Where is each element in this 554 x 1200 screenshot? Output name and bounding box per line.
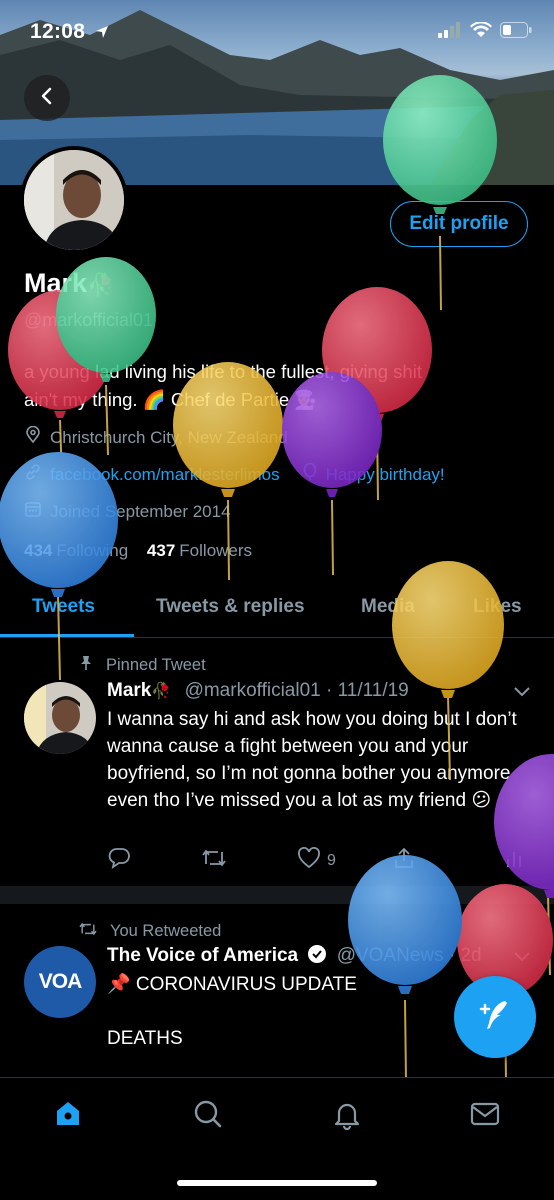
profile-tabs: Tweets Tweets & replies Media Likes <box>0 588 554 638</box>
tweet-context: Pinned Tweet <box>78 655 206 676</box>
link-icon <box>24 463 42 486</box>
compose-icon <box>475 995 515 1040</box>
wifi-icon <box>470 21 492 43</box>
share-icon <box>393 847 415 874</box>
tweet-context-text: You Retweeted <box>110 922 222 940</box>
bio-line-1: a young lad living his life to the fulle… <box>24 361 422 382</box>
tab-likes[interactable]: Likes <box>473 596 522 618</box>
tweet-handle-date: @VOANews · 2d <box>336 945 482 966</box>
edit-profile-button[interactable]: Edit profile <box>390 201 528 247</box>
tab-media[interactable]: Media <box>361 596 415 618</box>
retweet-icon <box>201 847 227 874</box>
bio-line-2: ain't my thing. 🌈 Chef de Partie 👨‍🍳 <box>24 389 318 410</box>
voa-logo-text: VOA <box>38 970 83 993</box>
tweet-author-name[interactable]: Mark <box>107 680 151 701</box>
signal-icon <box>438 22 462 43</box>
profile-handle: @markofficial01 <box>24 310 153 330</box>
tweet-author-emoji: 🥀 <box>151 683 172 700</box>
chevron-down-icon[interactable] <box>513 949 531 967</box>
compose-tweet-button[interactable] <box>454 976 536 1058</box>
tweet-divider <box>0 886 554 904</box>
analytics-button[interactable] <box>505 847 523 874</box>
profile-location: Christchurch City, New Zealand <box>24 425 288 449</box>
reply-button[interactable] <box>107 847 131 874</box>
voa-avatar[interactable]: VOA <box>24 946 96 1018</box>
notifications-icon[interactable] <box>331 1098 363 1135</box>
location-arrow-icon <box>95 25 109 44</box>
back-button[interactable] <box>24 75 70 121</box>
verified-icon <box>307 944 327 970</box>
tab-tweets-replies[interactable]: Tweets & replies <box>156 596 305 618</box>
balloon-icon <box>302 462 318 486</box>
person-photo <box>24 150 124 250</box>
like-icon <box>297 847 321 874</box>
tweet-avatar[interactable] <box>24 682 96 754</box>
home-indicator[interactable] <box>177 1180 377 1186</box>
tweet-actions: 9 <box>107 847 527 873</box>
retweet-icon <box>78 921 98 942</box>
joined-text: Joined September 2014 <box>50 501 231 521</box>
following-label: Following <box>56 541 129 560</box>
retweet-button[interactable] <box>201 847 227 874</box>
location-text: Christchurch City, New Zealand <box>50 427 288 447</box>
tweet-context: You Retweeted <box>78 921 221 942</box>
profile-avatar[interactable] <box>20 146 128 254</box>
messages-icon[interactable] <box>469 1098 501 1135</box>
followers-count: 437 <box>146 541 176 560</box>
following-stat[interactable]: 434 Following <box>24 541 128 560</box>
back-icon <box>38 87 56 110</box>
follow-stats: 434 Following 437 Followers <box>24 541 252 561</box>
battery-icon <box>500 22 532 43</box>
location-icon <box>24 425 42 449</box>
profile-link-row: facebook.com/marklesterlimos Happy birth… <box>24 462 445 486</box>
pin-icon <box>78 655 94 676</box>
profile-name-text: Mark <box>24 268 88 298</box>
profile-name: Mark🥀 <box>24 268 114 299</box>
profile-name-emoji: 🥀 <box>87 272 115 297</box>
analytics-icon <box>505 847 523 874</box>
person-photo <box>24 682 96 754</box>
like-button[interactable]: 9 <box>297 847 336 874</box>
tweet-handle-date: @markofficial01 · 11/11/19 <box>184 680 409 701</box>
profile-bio: a young lad living his life to the fulle… <box>24 358 534 414</box>
search-icon[interactable] <box>192 1098 224 1135</box>
following-count: 434 <box>24 541 53 560</box>
reply-icon <box>107 847 131 874</box>
profile-joined: Joined September 2014 <box>24 500 231 523</box>
followers-label: Followers <box>179 541 253 560</box>
tweet-pinned[interactable]: Pinned Tweet Mark🥀 @markofficial01 · 11/… <box>0 639 554 886</box>
tweet-text: I wanna say hi and ask how you doing but… <box>107 709 517 811</box>
tweet-header: Mark🥀 @markofficial01 · 11/11/19 <box>107 680 409 702</box>
tab-tweets[interactable]: Tweets <box>32 596 95 618</box>
home-icon[interactable] <box>53 1098 83 1133</box>
status-time: 12:08 <box>30 20 86 43</box>
tweet-header: The Voice of America @VOANews · 2d <box>107 944 482 970</box>
like-count: 9 <box>327 851 336 869</box>
birthday-link[interactable]: Happy birthday! <box>326 465 445 485</box>
active-tab-indicator <box>0 634 134 637</box>
followers-stat[interactable]: 437 Followers <box>147 541 252 560</box>
tweet-context-text: Pinned Tweet <box>106 656 206 674</box>
calendar-icon <box>24 500 42 523</box>
status-bar: 12:08 <box>0 0 554 66</box>
tweet-author-name[interactable]: The Voice of America <box>107 945 298 966</box>
profile-link[interactable]: facebook.com/marklesterlimos <box>50 465 280 485</box>
share-button[interactable] <box>393 847 415 874</box>
chevron-down-icon[interactable] <box>513 684 531 702</box>
